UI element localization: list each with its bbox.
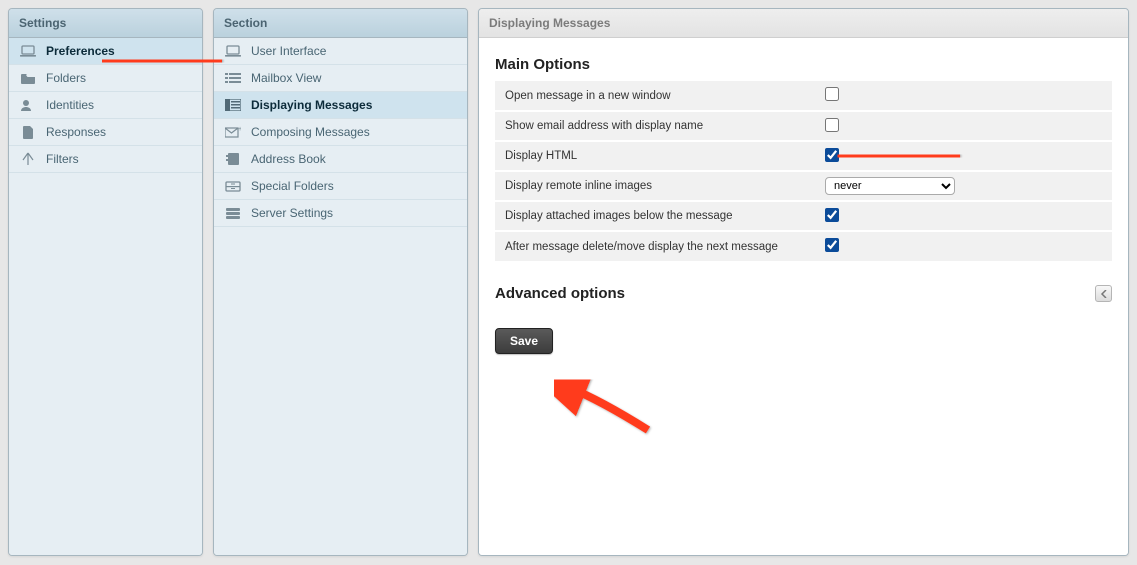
option-checkbox[interactable] xyxy=(825,208,839,222)
section-item-user-interface[interactable]: User Interface xyxy=(214,38,467,65)
drawer-icon xyxy=(224,179,242,193)
settings-item-preferences[interactable]: Preferences xyxy=(9,38,202,65)
option-row: Display attached images below the messag… xyxy=(495,201,1112,231)
option-row: Open message in a new window xyxy=(495,81,1112,111)
list-icon xyxy=(224,71,242,85)
section-item-label: Server Settings xyxy=(251,206,333,220)
identity-icon xyxy=(19,98,37,112)
section-item-server-settings[interactable]: Server Settings xyxy=(214,200,467,227)
filter-icon xyxy=(19,152,37,166)
main-header: Displaying Messages xyxy=(479,9,1128,38)
option-label: Open message in a new window xyxy=(495,81,815,111)
section-item-mailbox-view[interactable]: Mailbox View xyxy=(214,65,467,92)
section-item-label: Composing Messages xyxy=(251,125,370,139)
layout-icon xyxy=(224,98,242,112)
settings-item-label: Responses xyxy=(46,125,106,139)
section-item-label: Mailbox View xyxy=(251,71,321,85)
section-item-address-book[interactable]: Address Book xyxy=(214,146,467,173)
main-panel: Displaying Messages Main Options Open me… xyxy=(478,8,1129,556)
settings-panel: Settings Preferences Folders Identities Res… xyxy=(8,8,203,556)
settings-item-identities[interactable]: Identities xyxy=(9,92,202,119)
option-checkbox[interactable] xyxy=(825,87,839,101)
advanced-options-title: Advanced options xyxy=(495,285,625,302)
save-button[interactable]: Save xyxy=(495,328,553,354)
section-item-label: User Interface xyxy=(251,44,326,58)
settings-item-filters[interactable]: Filters xyxy=(9,146,202,173)
section-item-composing-messages[interactable]: + Composing Messages xyxy=(214,119,467,146)
options-table: Open message in a new windowShow email a… xyxy=(495,81,1112,261)
option-label: Display HTML xyxy=(495,141,815,171)
addressbook-icon xyxy=(224,152,242,166)
settings-header: Settings xyxy=(9,9,202,38)
settings-item-label: Identities xyxy=(46,98,94,112)
option-row: Show email address with display name xyxy=(495,111,1112,141)
option-select[interactable]: never xyxy=(825,177,955,195)
section-item-label: Displaying Messages xyxy=(251,98,372,112)
section-item-special-folders[interactable]: Special Folders xyxy=(214,173,467,200)
folder-icon xyxy=(19,71,37,85)
advanced-expander[interactable] xyxy=(1095,285,1112,302)
option-checkbox[interactable] xyxy=(825,148,839,162)
laptop-icon xyxy=(224,44,242,58)
option-row: Display remote inline images never xyxy=(495,171,1112,201)
option-row: Display HTML xyxy=(495,141,1112,171)
main-options-title: Main Options xyxy=(495,56,1112,73)
settings-item-folders[interactable]: Folders xyxy=(9,65,202,92)
section-item-displaying-messages[interactable]: Displaying Messages xyxy=(214,92,467,119)
settings-item-responses[interactable]: Responses xyxy=(9,119,202,146)
option-label: Show email address with display name xyxy=(495,111,815,141)
section-item-label: Address Book xyxy=(251,152,326,166)
option-label: Display remote inline images xyxy=(495,171,815,201)
option-label: Display attached images below the messag… xyxy=(495,201,815,231)
settings-item-label: Filters xyxy=(46,152,79,166)
compose-icon: + xyxy=(224,125,242,139)
section-panel: Section User Interface Mailbox View Displa… xyxy=(213,8,468,556)
settings-item-label: Preferences xyxy=(46,44,115,58)
document-icon xyxy=(19,125,37,139)
server-icon xyxy=(224,206,242,220)
option-checkbox[interactable] xyxy=(825,118,839,132)
option-label: After message delete/move display the ne… xyxy=(495,231,815,261)
option-checkbox[interactable] xyxy=(825,238,839,252)
svg-text:+: + xyxy=(238,126,241,133)
settings-item-label: Folders xyxy=(46,71,86,85)
option-row: After message delete/move display the ne… xyxy=(495,231,1112,261)
section-item-label: Special Folders xyxy=(251,179,334,193)
chevron-left-icon xyxy=(1100,290,1108,298)
laptop-icon xyxy=(19,44,37,58)
section-header: Section xyxy=(214,9,467,38)
